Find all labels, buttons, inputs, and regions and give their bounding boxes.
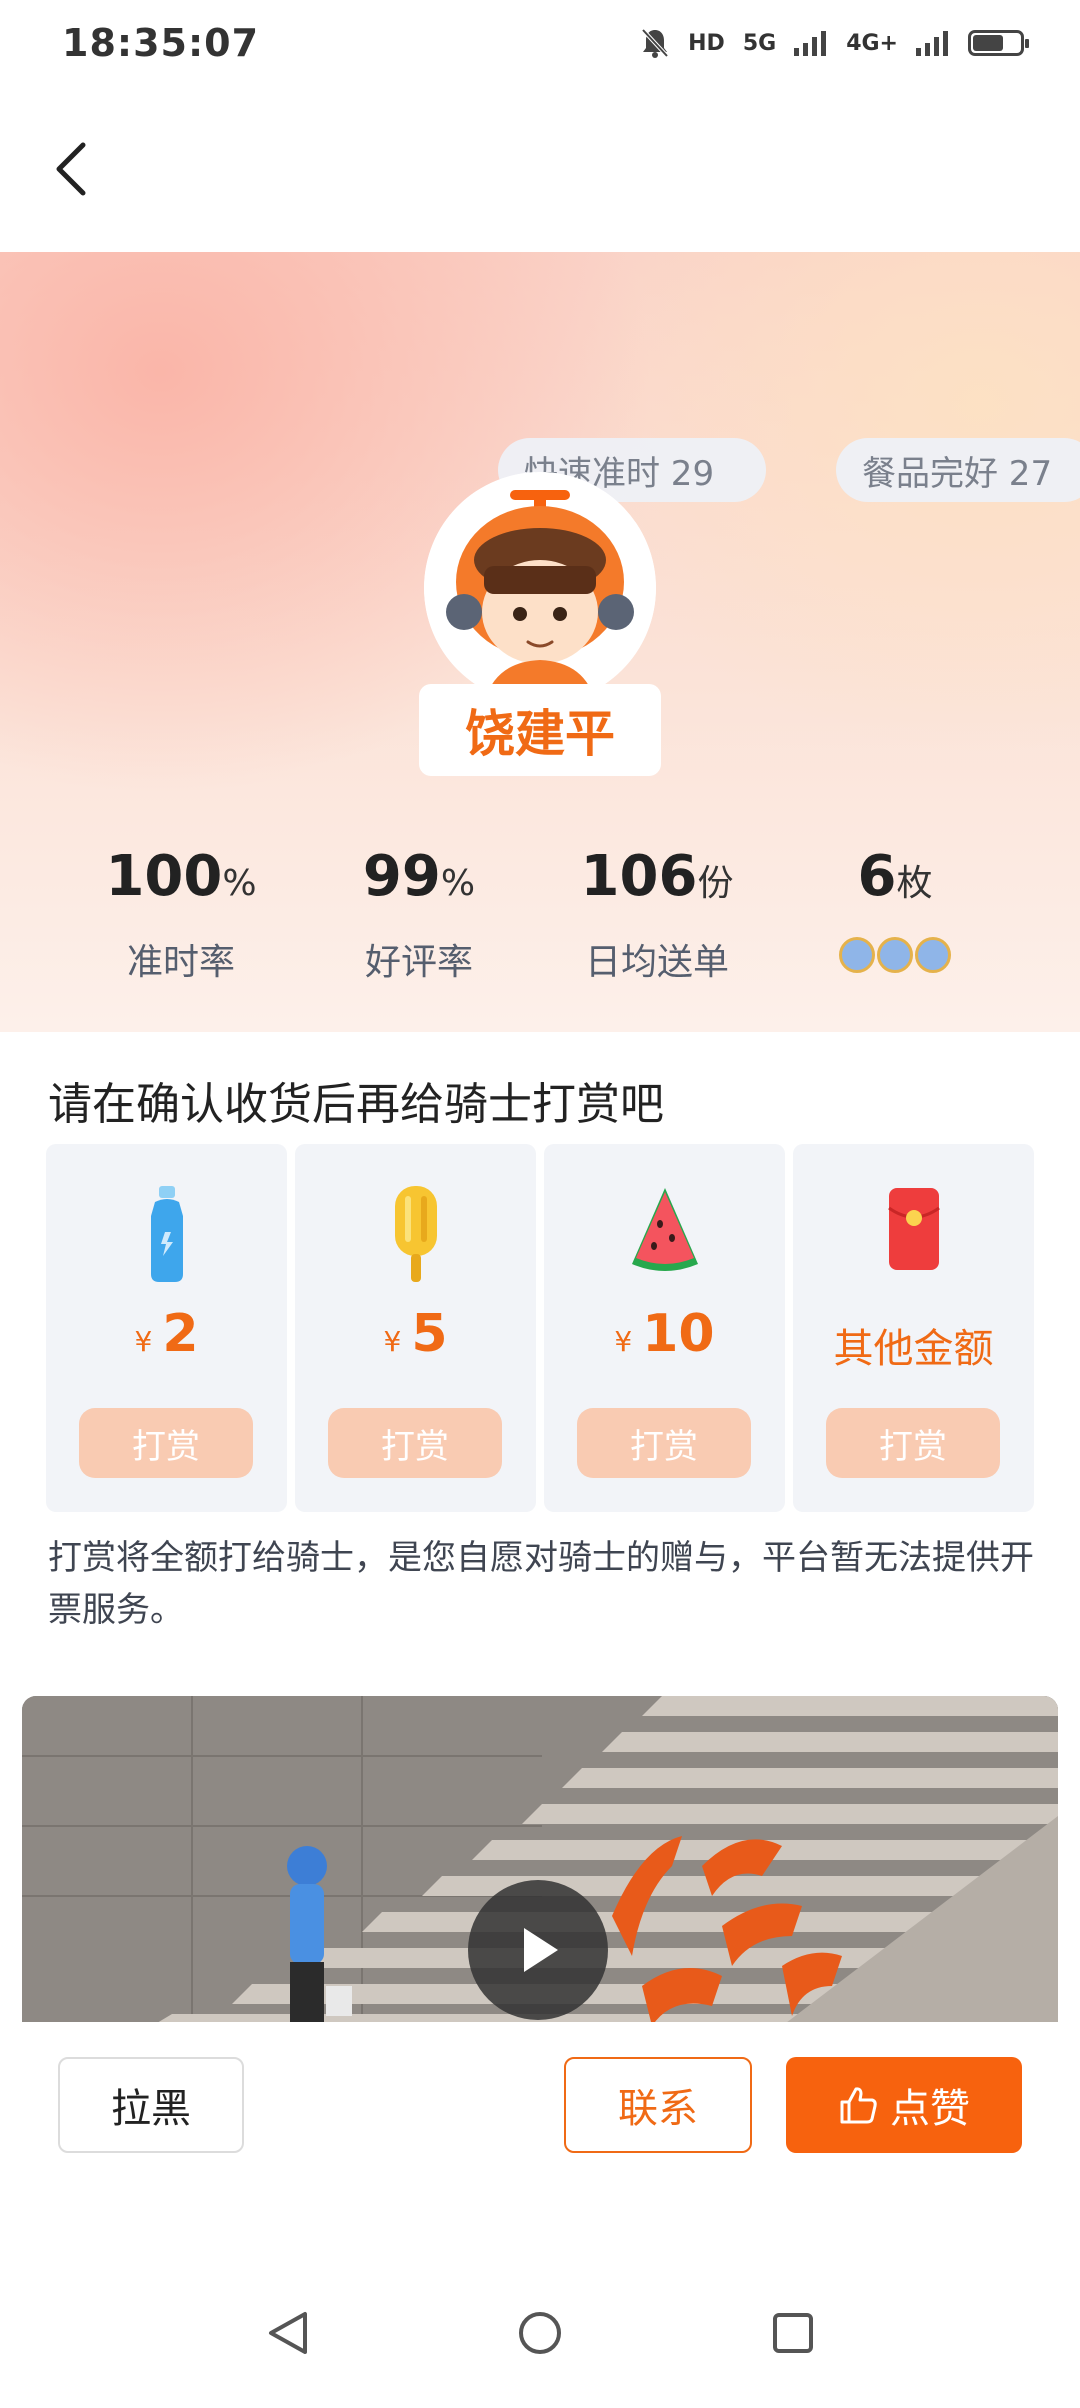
network-5g: 5G [742,30,777,56]
stat-label: 准时率 [126,942,235,983]
stat-unit: % [222,863,257,904]
battery-icon [968,30,1029,56]
rider-mascot-icon [424,472,656,704]
tip-button[interactable]: 打赏 [826,1408,1000,1478]
stat-unit: % [440,863,476,904]
play-icon [524,1928,558,1972]
contact-button[interactable]: 联系 [564,2057,752,2153]
stat-ontime-rate: 100% 准时率 [62,842,300,985]
stat-daily-orders: 106份 日均送单 [538,842,776,985]
medal-icon [915,937,951,973]
currency-symbol: ¥ [614,1325,633,1358]
stat-good-review-rate: 99% 好评率 [300,842,538,985]
rider-video[interactable] [22,1696,1058,2026]
like-button[interactable]: 点赞 [786,2057,1022,2153]
rider-stats: 100% 准时率 99% 好评率 106份 日均送单 6枚 [0,842,1080,985]
rider-avatar [424,472,656,704]
signal-icon-2 [916,31,948,56]
rider-name: 饶建平 [419,684,661,776]
stat-value: 106 [580,844,698,909]
hd-indicator: HD [688,30,725,56]
tip-card: 请在确认收货后再给骑士打赏吧 ¥2 打赏 ¥ 5 打赏 ¥ 10 打赏 其他金额… [22,1032,1058,1672]
tip-disclaimer: 打赏将全额打给骑士，是您自愿对骑士的赠与，平台暂无法提供开票服务。 [48,1538,1034,1630]
tip-amount: 10 [642,1304,715,1364]
water-bottle-icon [147,1186,187,1286]
medal-list [776,937,1014,973]
system-nav-bar [0,2258,1080,2408]
stat-medals[interactable]: 6枚 [776,842,1014,985]
status-icons: HD 5G 4G+ [640,27,1029,59]
rider-profile-hero: 快速准时 29 餐品完好 27 饶建平 100% 准时率 99% 好评率 106… [0,252,1080,1032]
popsicle-icon [391,1186,441,1286]
block-button[interactable]: 拉黑 [58,2057,244,2153]
back-arrow-icon [56,142,86,196]
bottom-action-bar: 拉黑 联系 点赞 [0,2022,1080,2208]
tip-title: 请在确认收货后再给骑士打赏吧 [48,1079,664,1130]
medal-icon [877,937,913,973]
back-button[interactable] [40,134,100,204]
tip-option-10[interactable]: ¥10 打赏 [544,1144,785,1512]
like-label: 点赞 [890,2086,970,2132]
stat-label: 好评率 [364,942,473,983]
tip-button[interactable]: 打赏 [328,1408,502,1478]
header [0,86,1080,252]
status-time: 18:35:07 [62,21,260,65]
red-envelope-icon [887,1186,941,1276]
tip-amount: 2 [162,1304,199,1364]
tip-button[interactable]: 打赏 [577,1408,751,1478]
watermelon-icon [630,1186,700,1280]
nav-back-button[interactable] [252,2298,322,2368]
nav-recents-button[interactable] [758,2298,828,2368]
stat-unit: 份 [697,863,734,904]
currency-symbol: ¥ [383,1325,402,1358]
tag-food-intact: 餐品完好 27 [836,438,1080,502]
status-bar: 18:35:07 HD 5G 4G+ [0,0,1080,86]
stat-value: 100 [105,844,223,909]
mute-bell-icon [641,28,669,58]
square-recents-icon [773,2313,814,2353]
stat-value: 99 [362,844,441,909]
tip-button[interactable]: 打赏 [79,1408,253,1478]
tip-option-2[interactable]: ¥2 打赏 [46,1144,287,1512]
thumbs-up-icon [840,2087,877,2124]
stat-value: 6 [857,844,897,909]
tip-amount: 5 [411,1304,448,1364]
network-4g: 4G+ [846,30,898,56]
tip-options: ¥2 打赏 ¥5 打赏 ¥ 10 打赏 其他金额 打赏 [46,1144,1034,1512]
triangle-back-icon [268,2312,307,2354]
stat-unit: 枚 [896,863,933,904]
tip-amount-other: 其他金额 [833,1326,994,1372]
signal-icon [794,31,827,56]
play-button[interactable] [468,1880,608,2020]
medal-icon [839,937,875,973]
currency-symbol: ¥ [134,1325,153,1358]
tip-option-5[interactable]: ¥5 打赏 [295,1144,536,1512]
stat-label: 日均送单 [584,942,729,983]
circle-home-icon [518,2312,561,2354]
nav-home-button[interactable] [505,2298,575,2368]
tip-option-other[interactable]: 其他金额 打赏 [793,1144,1034,1512]
